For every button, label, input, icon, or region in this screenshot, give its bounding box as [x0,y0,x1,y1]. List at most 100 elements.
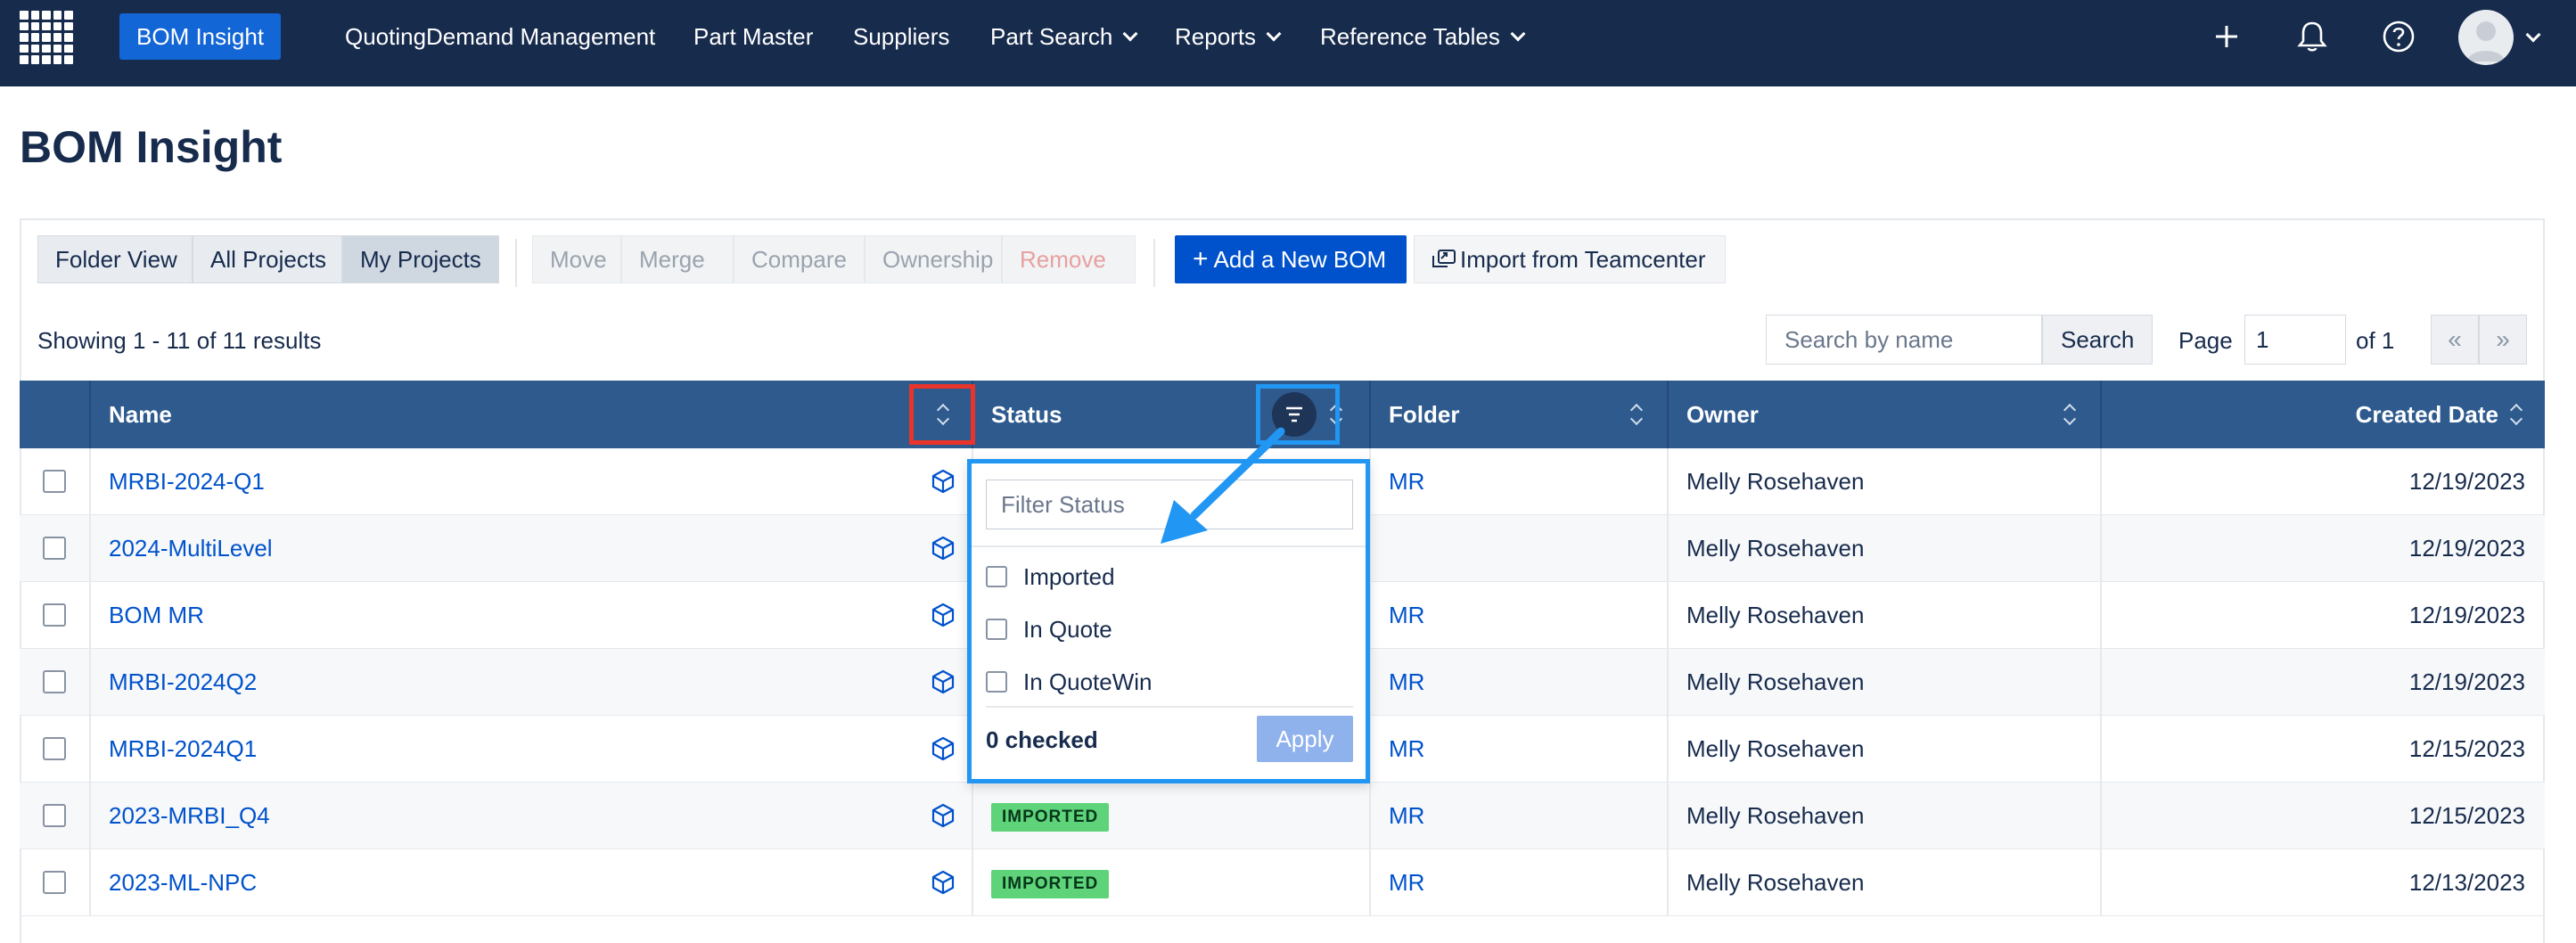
chevron-down-icon [1510,26,1526,42]
avatar-person-icon [2467,21,2505,62]
bom-name-link[interactable]: MRBI-2024Q2 [109,649,257,716]
cube-icon[interactable] [930,602,956,628]
cube-icon[interactable] [930,802,956,829]
bell-icon[interactable] [2294,19,2330,54]
filter-status-input[interactable] [986,480,1353,529]
user-avatar[interactable] [2458,10,2514,65]
checkbox[interactable] [986,566,1007,588]
table-row[interactable]: 2023-MRBI_Q4 IMPORTED MR Melly Rosehaven 12/… [20,783,2545,849]
chevron-down-icon [1266,26,1282,42]
checkbox[interactable] [986,619,1007,641]
sort-icon[interactable] [2510,404,2523,425]
prev-page-button[interactable]: « [2431,315,2479,365]
column-header-name[interactable]: Name [89,381,192,448]
button-label: Add a New BOM [1213,246,1387,273]
option-label: In Quote [1023,616,1112,643]
ownership-button[interactable]: Ownership [865,235,1002,283]
checkbox[interactable] [986,671,1007,693]
next-page-button[interactable]: » [2479,315,2527,365]
filter-option-imported[interactable]: Imported [986,559,1115,594]
merge-button[interactable]: Merge [621,235,734,283]
created-date-cell: 12/15/2023 [2408,735,2525,762]
add-new-bom-button[interactable]: + Add a New BOM [1175,235,1407,283]
cube-icon[interactable] [930,735,956,762]
column-header-owner[interactable]: Owner [1667,381,1778,448]
folder-link[interactable]: MR [1389,582,1424,649]
bom-name-link[interactable]: MRBI-2024-Q1 [109,448,265,515]
import-icon [1432,250,1456,268]
highlight-box-blue [1256,384,1340,445]
nav-label: Demand Management [426,23,656,50]
remove-button[interactable]: Remove [1002,235,1136,283]
search-input[interactable] [1766,315,2042,365]
button-label: Merge [639,246,705,273]
nav-suppliers[interactable]: Suppliers [836,13,966,60]
row-checkbox[interactable] [43,804,66,827]
row-checkbox[interactable] [43,470,66,493]
page-number-input[interactable] [2244,315,2346,365]
popup-divider [986,706,1353,708]
cube-icon[interactable] [930,668,956,695]
created-date-cell: 12/19/2023 [2408,468,2525,495]
nav-part-master[interactable]: Part Master [677,13,830,60]
help-icon[interactable] [2381,19,2416,54]
row-checkbox[interactable] [43,537,66,560]
bom-name-link[interactable]: 2023-ML-NPC [109,849,257,916]
cube-icon[interactable] [930,535,956,562]
search-button[interactable]: Search [2042,315,2154,365]
sort-icon[interactable] [2063,404,2076,425]
row-checkbox[interactable] [43,670,66,693]
option-label: In QuoteWin [1023,668,1153,695]
created-date-cell: 12/19/2023 [2408,668,2525,695]
tab-folder-view[interactable]: Folder View [37,235,193,283]
chevron-down-icon[interactable] [2525,27,2541,43]
app-grid-icon[interactable] [20,11,73,64]
cube-icon[interactable] [930,468,956,495]
chevron-down-icon [1122,26,1138,42]
folder-link[interactable]: MR [1389,716,1424,783]
column-divider [972,849,973,916]
row-checkbox[interactable] [43,603,66,627]
bom-name-link[interactable]: 2023-MRBI_Q4 [109,783,270,849]
filter-option-in-quotewin[interactable]: In QuoteWin [986,664,1153,700]
column-divider [89,783,91,849]
import-teamcenter-button[interactable]: Import from Teamcenter [1414,235,1726,283]
bom-name-link[interactable]: 2024-MultiLevel [109,515,273,582]
nav-bom-insight[interactable]: BOM Insight [119,13,282,60]
column-header-created-date[interactable]: Created Date [2100,381,2514,448]
nav-reference-tables[interactable]: Reference Tables [1303,13,1540,60]
table-row[interactable]: 2023-ML-NPC IMPORTED MR Melly Rosehaven 12/1… [20,849,2545,916]
bom-name-link[interactable]: BOM MR [109,582,204,649]
nav-part-search[interactable]: Part Search [973,13,1153,60]
column-label: Created Date [2355,401,2498,428]
button-label: Move [550,246,607,273]
bom-name-link[interactable]: MRBI-2024Q1 [109,716,257,783]
created-date-cell: 12/19/2023 [2408,602,2525,628]
plus-icon[interactable] [2209,19,2244,54]
column-header-folder[interactable]: Folder [1369,381,1479,448]
nav-demand-management[interactable]: Demand Management [409,13,672,60]
folder-link[interactable]: MR [1389,849,1424,916]
column-label: Status [991,401,1062,428]
option-label: Imported [1023,563,1115,590]
popup-divider [972,545,1366,547]
row-checkbox[interactable] [43,737,66,760]
column-divider [1667,783,1669,849]
folder-link[interactable]: MR [1389,448,1424,515]
filter-option-in-quote[interactable]: In Quote [986,611,1112,647]
tab-label: All Projects [210,246,327,273]
tab-my-projects[interactable]: My Projects [342,235,499,283]
button-label: Compare [751,246,847,273]
created-date-cell: 12/15/2023 [2408,802,2525,829]
folder-link[interactable]: MR [1389,649,1424,716]
folder-link[interactable]: MR [1389,783,1424,849]
tab-all-projects[interactable]: All Projects [193,235,342,283]
compare-button[interactable]: Compare [734,235,865,283]
apply-button[interactable]: Apply [1257,716,1353,762]
nav-reports[interactable]: Reports [1158,13,1296,60]
sort-icon[interactable] [1630,404,1643,425]
column-header-status[interactable]: Status [972,381,1081,448]
move-button[interactable]: Move [532,235,621,283]
cube-icon[interactable] [930,869,956,896]
row-checkbox[interactable] [43,871,66,894]
